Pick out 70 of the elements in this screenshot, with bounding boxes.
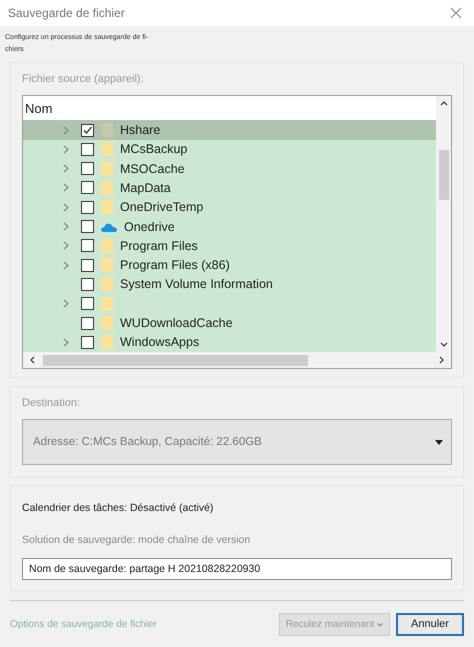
vertical-scrollbar[interactable]	[436, 96, 451, 352]
scroll-down-icon[interactable]	[440, 342, 448, 348]
backup-name-field[interactable]: Nom de sauvegarde: partage H 20210828220930	[22, 558, 452, 580]
tree-row[interactable]: Onedrive	[23, 216, 436, 236]
tree-row[interactable]: WindowsApps	[23, 332, 436, 352]
scroll-right-icon[interactable]	[439, 356, 445, 364]
tree-row[interactable]: WUDownloadCache	[23, 313, 436, 333]
row-name: WindowsApps	[120, 335, 200, 350]
cancel-button[interactable]: Annuler	[396, 612, 464, 636]
row-name: Onedrive	[124, 220, 175, 234]
source-label: Fichier source (appareil):	[22, 73, 145, 86]
folder-icon	[100, 180, 114, 196]
row-name: MapData	[120, 180, 171, 195]
tree-row[interactable]: OneDriveTemp	[23, 198, 436, 217]
row-name: Program Files	[120, 238, 198, 253]
window-title: Sauvegarde de fichier	[8, 6, 125, 20]
folder-icon	[100, 257, 114, 274]
cloud-icon	[100, 220, 118, 233]
row-name: Program Files (x86)	[120, 258, 230, 272]
folder-icon	[100, 296, 114, 312]
row-name: Hshare	[120, 123, 160, 138]
tree-row[interactable]: Program Files (x86)	[23, 256, 436, 275]
scroll-up-icon[interactable]	[440, 100, 448, 106]
checkbox[interactable]	[81, 181, 94, 194]
destination-label: Destination:	[22, 397, 82, 409]
checkbox[interactable]	[81, 162, 94, 176]
checkbox[interactable]	[81, 316, 94, 330]
expand-icon[interactable]	[63, 338, 69, 347]
row-name: OneDriveTemp	[120, 200, 204, 214]
destination-dropdown[interactable]: Adresse: C:MCs Backup, Capacité: 22.60GB	[22, 419, 452, 465]
folder-icon	[100, 160, 114, 177]
scroll-thumb[interactable]	[438, 150, 448, 200]
expand-icon[interactable]	[63, 299, 69, 308]
row-name: System Volume Information	[120, 277, 273, 292]
row-name: WUDownloadCache	[120, 316, 233, 330]
row-name: MSOCache	[120, 162, 185, 176]
folder-icon	[100, 276, 114, 292]
folder-icon	[100, 141, 114, 158]
tree-row[interactable]: System Volume Information	[23, 274, 436, 294]
dropdown-caret-icon	[435, 440, 443, 444]
scroll-left-icon[interactable]	[29, 356, 35, 364]
tree-row[interactable]: Hshare	[23, 120, 436, 140]
row-name: MCsBackup	[120, 142, 188, 156]
checkbox[interactable]	[81, 258, 94, 272]
schedule-text: Calendrier des tâches: Désactivé (activé)	[22, 502, 214, 514]
close-icon[interactable]	[450, 7, 462, 20]
horizontal-scrollbar[interactable]	[23, 352, 451, 368]
tree-row[interactable]: Program Files	[23, 236, 436, 256]
checkbox[interactable]	[81, 336, 94, 349]
folder-icon	[100, 199, 114, 216]
folder-icon	[100, 122, 114, 138]
checkbox[interactable]	[81, 278, 94, 291]
checkbox[interactable]	[81, 220, 94, 234]
checkbox[interactable]	[81, 200, 94, 214]
checkbox[interactable]	[81, 239, 94, 252]
tree-row[interactable]: MCsBackup	[23, 140, 436, 160]
tree-row[interactable]: MSOCache	[23, 159, 436, 178]
checkbox[interactable]	[81, 124, 94, 137]
folder-icon	[100, 238, 114, 254]
caret-icon	[377, 622, 383, 626]
checkbox[interactable]	[81, 142, 94, 156]
folder-icon	[100, 315, 114, 332]
scroll-thumb[interactable]	[43, 354, 308, 366]
folder-icon	[100, 334, 114, 350]
column-header[interactable]: Nom	[23, 100, 52, 116]
checkbox[interactable]	[81, 297, 94, 310]
backup-scheme-text: Solution de sauvegarde: mode chaîne de version	[22, 534, 252, 546]
expand-icon[interactable]	[63, 202, 69, 212]
expand-icon[interactable]	[63, 260, 69, 270]
tree-row[interactable]: MapData	[23, 178, 436, 198]
